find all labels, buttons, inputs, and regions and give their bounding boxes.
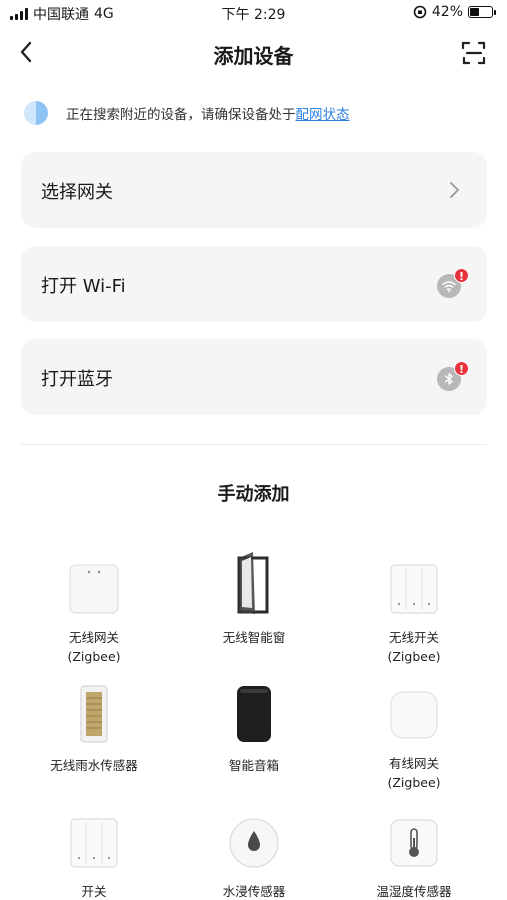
device-name: 水浸传感器	[222, 884, 286, 899]
status-bar-right: 42%	[413, 4, 496, 20]
device-wired-gateway[interactable]: 有线网关 (Zigbee)	[339, 688, 489, 792]
search-tip-text: 正在搜索附近的设备，请确保设备处于	[66, 107, 296, 123]
wired-gateway-icon	[387, 688, 441, 742]
scan-button[interactable]	[461, 40, 487, 66]
scan-icon	[461, 41, 486, 65]
gateway-icon	[67, 562, 121, 616]
device-smart-speaker[interactable]: 智能音箱	[179, 684, 329, 775]
bluetooth-status: !	[437, 361, 469, 391]
rain-sensor-icon	[67, 684, 121, 744]
section-divider	[21, 444, 487, 445]
device-rain-sensor[interactable]: 无线雨水传感器	[19, 684, 169, 775]
status-bar: 中国联通 4G 下午 2:29 42%	[0, 0, 507, 26]
device-name: 有线网关	[388, 756, 439, 771]
device-protocol: (Zigbee)	[387, 775, 441, 790]
searching-icon	[24, 101, 48, 125]
open-wifi-label: 打开 Wi-Fi	[41, 276, 126, 297]
device-name: 无线智能窗	[222, 630, 286, 645]
device-water-sensor[interactable]: 水浸传感器	[179, 816, 329, 900]
orientation-lock-icon	[413, 5, 427, 19]
device-wireless-gateway[interactable]: 无线网关 (Zigbee)	[19, 562, 169, 666]
manual-add-title: 手动添加	[217, 484, 290, 505]
device-protocol: (Zigbee)	[67, 649, 121, 664]
device-name: 无线网关	[68, 630, 119, 645]
search-tip: 正在搜索附近的设备，请确保设备处于 配网状态	[24, 98, 350, 128]
open-bluetooth-card[interactable]: 打开蓝牙 !	[21, 339, 487, 415]
device-name: 智能音箱	[228, 758, 279, 773]
select-gateway-label: 选择网关	[41, 182, 113, 203]
device-smart-window[interactable]: 无线智能窗	[179, 552, 329, 647]
wifi-status: !	[437, 268, 469, 298]
device-temp-humidity-sensor[interactable]: 温湿度传感器	[339, 816, 489, 900]
open-bluetooth-label: 打开蓝牙	[41, 369, 113, 390]
chevron-right-icon	[450, 182, 459, 198]
pairing-mode-link[interactable]: 配网状态	[296, 103, 350, 123]
battery-fill	[470, 8, 479, 16]
device-protocol: (Zigbee)	[387, 649, 441, 664]
water-sensor-icon	[227, 816, 281, 870]
battery-icon	[468, 6, 496, 18]
wifi-alert-badge: !	[454, 268, 469, 283]
smart-window-icon	[227, 552, 281, 616]
select-gateway-card[interactable]: 选择网关	[21, 152, 487, 228]
open-wifi-card[interactable]: 打开 Wi-Fi !	[21, 246, 487, 322]
bluetooth-alert-badge: !	[454, 361, 469, 376]
battery-percent: 42%	[431, 4, 463, 20]
page-title: 添加设备	[213, 44, 294, 68]
device-name: 无线雨水传感器	[50, 758, 138, 773]
device-name: 开关	[81, 884, 107, 899]
device-wireless-switch[interactable]: 无线开关 (Zigbee)	[339, 562, 489, 666]
nav-bar: 添加设备	[0, 28, 507, 78]
wall-switch-icon	[387, 562, 441, 616]
smart-speaker-icon	[227, 684, 281, 744]
switch-icon	[67, 816, 121, 870]
device-name: 无线开关	[388, 630, 439, 645]
thermometer-sensor-icon	[387, 816, 441, 870]
device-switch[interactable]: 开关	[19, 816, 169, 900]
device-name: 温湿度传感器	[376, 884, 452, 899]
